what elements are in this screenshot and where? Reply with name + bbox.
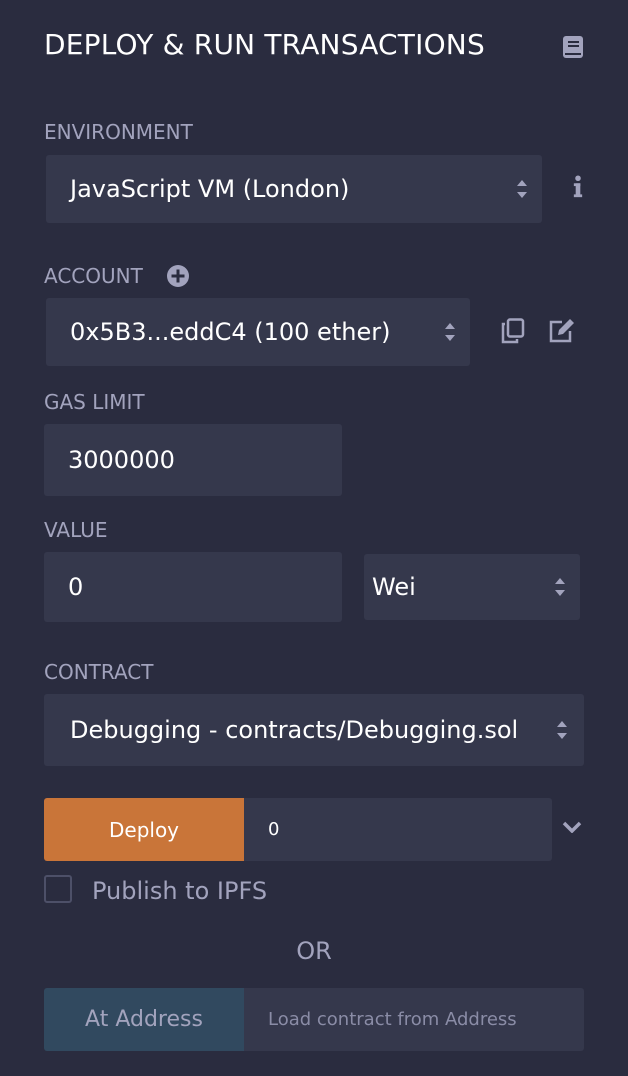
edit-icon[interactable] bbox=[548, 318, 576, 344]
account-select[interactable]: 0x5B3...eddC4 (100 ether) bbox=[46, 298, 470, 366]
value-unit: Wei bbox=[372, 573, 416, 601]
at-address-input[interactable] bbox=[244, 988, 584, 1051]
deploy-button[interactable]: Deploy bbox=[44, 798, 244, 861]
deploy-args-value: 0 bbox=[268, 819, 280, 840]
value-unit-select[interactable]: Wei bbox=[364, 554, 580, 620]
chevron-down-icon[interactable] bbox=[562, 821, 582, 833]
gas-limit-input[interactable]: 3000000 bbox=[44, 424, 342, 496]
info-icon[interactable] bbox=[573, 175, 583, 199]
select-arrows-icon bbox=[517, 180, 527, 198]
environment-select[interactable]: JavaScript VM (London) bbox=[46, 155, 542, 223]
select-arrows-icon bbox=[555, 578, 565, 596]
account-label: ACCOUNT bbox=[44, 264, 143, 288]
publish-ipfs-checkbox[interactable] bbox=[44, 875, 72, 903]
deploy-run-panel: DEPLOY & RUN TRANSACTIONS ENVIRONMENT Ja… bbox=[0, 0, 628, 1076]
panel-title: DEPLOY & RUN TRANSACTIONS bbox=[44, 28, 485, 61]
at-address-button[interactable]: At Address bbox=[44, 988, 244, 1051]
gas-limit-value: 3000000 bbox=[68, 446, 175, 474]
account-value: 0x5B3...eddC4 (100 ether) bbox=[70, 318, 391, 346]
select-arrows-icon bbox=[557, 721, 567, 739]
value-input[interactable]: 0 bbox=[44, 552, 342, 622]
book-icon[interactable] bbox=[562, 35, 584, 59]
contract-label: CONTRACT bbox=[44, 660, 154, 684]
value-amount: 0 bbox=[68, 573, 84, 601]
select-arrows-icon bbox=[445, 323, 455, 341]
plus-circle-icon[interactable] bbox=[166, 264, 190, 288]
publish-ipfs-label: Publish to IPFS bbox=[92, 877, 268, 905]
gas-limit-label: GAS LIMIT bbox=[44, 390, 145, 414]
or-divider: OR bbox=[296, 937, 332, 965]
deploy-args-input[interactable]: 0 bbox=[244, 798, 552, 861]
contract-select[interactable]: Debugging - contracts/Debugging.sol bbox=[44, 694, 584, 766]
environment-value: JavaScript VM (London) bbox=[70, 175, 350, 203]
environment-label: ENVIRONMENT bbox=[44, 120, 193, 144]
contract-value: Debugging - contracts/Debugging.sol bbox=[70, 716, 519, 744]
copy-icon[interactable] bbox=[501, 318, 525, 344]
value-label: VALUE bbox=[44, 518, 108, 542]
